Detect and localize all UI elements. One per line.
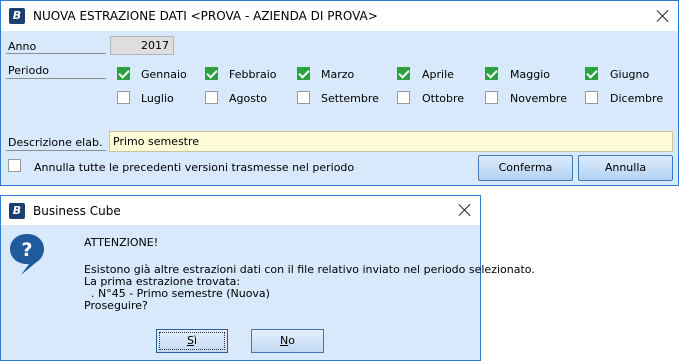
month-checkbox[interactable]	[205, 67, 218, 80]
month-checkbox[interactable]	[485, 67, 498, 80]
month-checkbox[interactable]	[117, 91, 130, 104]
month-label: Dicembre	[610, 92, 664, 105]
month-checkbox[interactable]	[585, 91, 598, 104]
message-body: ? ATTENZIONE! Esistono già altre estrazi…	[1, 225, 535, 360]
si-button[interactable]: Sì	[156, 329, 228, 353]
month-label: Ottobre	[422, 92, 465, 105]
month-checkbox[interactable]	[205, 91, 218, 104]
descrizione-label: Descrizione elab.	[8, 136, 103, 149]
descrizione-underline	[6, 150, 106, 151]
month-label: Febbraio	[229, 68, 277, 81]
annulla-versioni-label: Annulla tutte le precedenti versioni tra…	[34, 161, 355, 174]
descrizione-input[interactable]: Primo semestre	[109, 131, 673, 152]
month-checkbox[interactable]	[485, 91, 498, 104]
month-label: Agosto	[229, 92, 268, 105]
month-label: Giugno	[610, 68, 650, 81]
title-bar: B NUOVA ESTRAZIONE DATI <PROVA - AZIENDA…	[1, 1, 678, 31]
month-checkbox[interactable]	[397, 67, 410, 80]
message-line: Proseguire?	[84, 299, 148, 312]
message-heading: ATTENZIONE!	[84, 236, 159, 249]
month-checkbox[interactable]	[397, 91, 410, 104]
month-checkbox[interactable]	[117, 67, 130, 80]
month-checkbox[interactable]	[297, 67, 310, 80]
no-button[interactable]: No	[251, 329, 324, 353]
month-label: Luglio	[141, 92, 174, 105]
month-checkbox[interactable]	[585, 67, 598, 80]
message-window-title: Business Cube	[33, 204, 121, 218]
close-icon[interactable]	[656, 9, 670, 23]
month-label: Marzo	[321, 68, 355, 81]
month-label: Gennaio	[141, 68, 187, 81]
business-cube-logo-icon: B	[9, 8, 25, 24]
month-label: Settembre	[321, 92, 379, 105]
message-title-bar: B Business Cube	[1, 196, 480, 225]
anno-underline	[6, 53, 106, 54]
month-label: Maggio	[510, 68, 550, 81]
dialog-body: Anno 2017 Periodo Gennaio Febbraio Marzo Ap…	[1, 31, 678, 185]
window-title: NUOVA ESTRAZIONE DATI <PROVA - AZIENDA D…	[33, 9, 378, 23]
periodo-underline	[6, 78, 106, 79]
periodo-label: Periodo	[8, 64, 50, 77]
business-cube-logo-icon: B	[9, 203, 25, 219]
month-label: Aprile	[422, 68, 454, 81]
svg-text:?: ?	[21, 239, 32, 261]
nuova-estrazione-dialog: B NUOVA ESTRAZIONE DATI <PROVA - AZIENDA…	[0, 0, 679, 186]
annulla-versioni-checkbox[interactable]	[8, 159, 21, 172]
month-checkbox[interactable]	[297, 91, 310, 104]
anno-field[interactable]: 2017	[110, 36, 174, 55]
question-icon: ?	[10, 234, 44, 275]
close-icon[interactable]	[458, 203, 472, 217]
annulla-button[interactable]: Annulla	[578, 155, 673, 181]
anno-label: Anno	[8, 40, 37, 53]
month-label: Novembre	[510, 92, 567, 105]
business-cube-message-dialog: B Business Cube ? ATTENZIONE! Esistono g…	[0, 195, 535, 361]
conferma-button[interactable]: Conferma	[478, 155, 573, 181]
